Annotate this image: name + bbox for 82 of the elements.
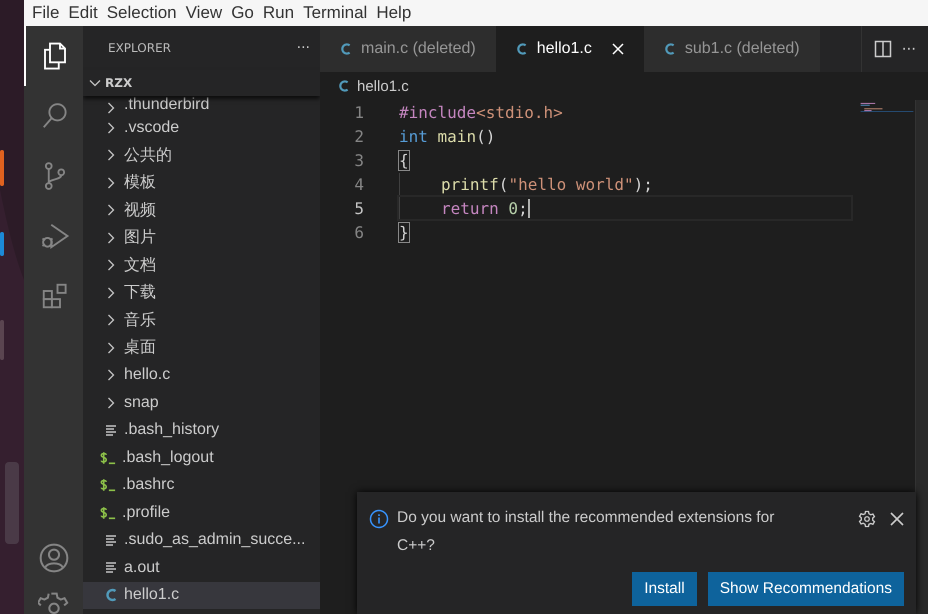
chevron-right-icon[interactable] [107, 149, 115, 162]
notification-message: Do you want to install the recommended extensions for C++? [397, 508, 776, 556]
tree-item[interactable]: .bash_history [83, 416, 320, 444]
close-icon[interactable] [890, 512, 904, 526]
menu-item[interactable]: Go [231, 3, 262, 23]
text-file-icon [105, 534, 117, 546]
menu-item[interactable]: Help [376, 3, 420, 23]
chevron-down-icon[interactable] [89, 79, 101, 87]
shell-file-icon [100, 478, 116, 492]
breadcrumb-item[interactable]: hello1.c [357, 78, 409, 94]
menu-item[interactable]: Edit [68, 3, 106, 23]
more-actions-button[interactable]: ··· [902, 40, 916, 58]
tree-item[interactable]: 文档 [83, 252, 320, 279]
info-icon [369, 509, 389, 529]
menu-item[interactable]: View [186, 3, 230, 23]
code-line: } [399, 222, 409, 243]
menu-item[interactable]: Selection [106, 3, 185, 23]
c-file-icon [664, 42, 675, 56]
chevron-right-icon[interactable] [107, 396, 115, 409]
tree-item[interactable]: .thunderbird [83, 96, 320, 114]
chevron-right-icon[interactable] [107, 259, 115, 272]
tree-item[interactable]: .bashrc [83, 472, 320, 499]
scrollbar[interactable] [915, 100, 928, 614]
shell-file-icon [100, 506, 116, 520]
menu-item[interactable]: File [32, 3, 68, 23]
chevron-right-icon[interactable] [107, 176, 115, 189]
tree-item[interactable]: .vscode [83, 114, 320, 142]
menu-item[interactable]: Run [262, 3, 302, 23]
c-file-icon [105, 588, 117, 602]
chevron-right-icon[interactable] [107, 342, 115, 354]
code-line: printf("hello world"); [399, 173, 653, 195]
line-number: 1 [353, 102, 365, 122]
editor-tab[interactable]: sub1.c (deleted) [644, 26, 820, 72]
tree-item[interactable]: 音乐 [83, 306, 320, 334]
tree-item[interactable]: snap [83, 389, 320, 416]
code-line: { [399, 150, 409, 171]
line-number: 5 [353, 198, 365, 218]
code-line: int main() [399, 126, 496, 147]
tree-item[interactable]: 下载 [83, 279, 320, 306]
tree-item[interactable]: .profile [83, 499, 320, 526]
folder-header[interactable]: RZX [83, 70, 320, 96]
tree-item[interactable]: 视频 [83, 196, 320, 224]
code-line: #include<stdio.h> [399, 102, 563, 123]
tree-item[interactable]: .sudo_as_admin_succe... [83, 526, 320, 554]
text-cursor [528, 198, 530, 218]
shell-file-icon [100, 450, 116, 465]
text-file-icon [105, 424, 117, 436]
tree-item[interactable]: hello1.c [83, 582, 320, 609]
sidebar-title: EXPLORER [108, 41, 171, 55]
chevron-right-icon[interactable] [107, 369, 115, 382]
account-icon[interactable] [38, 542, 70, 574]
tree-item[interactable]: 桌面 [83, 334, 320, 362]
c-file-icon [340, 42, 351, 56]
line-number: 6 [353, 222, 365, 242]
line-number: 2 [353, 126, 365, 146]
action-button[interactable]: Show Recommendations [708, 572, 904, 606]
tree-item[interactable]: 图片 [83, 224, 320, 252]
line-number: 4 [353, 174, 365, 194]
settings-icon[interactable] [858, 510, 876, 528]
editor-tab[interactable]: hello1.c [496, 26, 644, 72]
editor-tab[interactable]: main.c (deleted) [320, 26, 496, 72]
action-button[interactable]: Install [632, 572, 697, 606]
chevron-right-icon[interactable] [107, 286, 115, 299]
chevron-right-icon[interactable] [107, 102, 115, 114]
more-actions-button[interactable]: ··· [296, 40, 310, 56]
menu-item[interactable]: Terminal [303, 3, 376, 23]
text-file-icon [105, 562, 117, 574]
chevron-right-icon[interactable] [107, 232, 115, 244]
tree-item[interactable]: hello.c [83, 362, 320, 389]
tree-item[interactable]: .bash_logout [83, 444, 320, 472]
line-number: 3 [353, 150, 365, 170]
tree-item[interactable]: 模板 [83, 169, 320, 196]
chevron-right-icon[interactable] [107, 204, 115, 216]
c-file-icon [338, 79, 349, 93]
c-file-icon [516, 42, 527, 56]
chevron-right-icon[interactable] [107, 122, 115, 134]
minimap-drawing [858, 102, 916, 112]
tree-item[interactable]: 公共的 [83, 142, 320, 169]
run-debug-icon[interactable] [40, 221, 70, 251]
chevron-right-icon[interactable] [107, 314, 115, 326]
tree-item[interactable]: a.out [83, 554, 320, 582]
split-editor-icon[interactable] [874, 40, 892, 58]
